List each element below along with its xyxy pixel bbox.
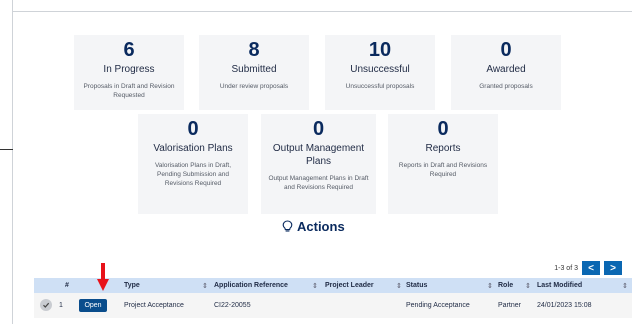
card-description: Valorisation Plans in Draft, Pending Sub… <box>154 162 232 187</box>
column-last-modified[interactable]: Last Modified <box>537 282 582 289</box>
card-title: Reports <box>425 143 461 154</box>
card-description: Output Management Plans in Draft and Rev… <box>268 175 369 191</box>
card-title: Valorisation Plans <box>153 143 233 154</box>
card-title: In Progress <box>103 64 155 75</box>
sort-icon[interactable]: ⇕ <box>487 282 493 290</box>
column-project-leader[interactable]: Project Leader <box>325 282 374 289</box>
status-check-icon <box>40 299 52 311</box>
card-count: 0 <box>187 118 199 140</box>
pagination: 1-3 of 3 < > <box>554 261 622 275</box>
dashboard-main: 6 In Progress Proposals in Draft and Rev… <box>14 13 632 324</box>
card-description: Granted proposals <box>479 83 533 90</box>
card-description: Reports in Draft and Revisions Required <box>398 162 488 178</box>
card-description: Proposals in Draft and Revision Requeste… <box>83 83 175 99</box>
card-awarded[interactable]: 0 Awarded Granted proposals <box>451 35 561 110</box>
column-type[interactable]: Type <box>124 282 140 289</box>
card-reports[interactable]: 0 Reports Reports in Draft and Revisions… <box>388 114 498 214</box>
card-count: 0 <box>437 118 449 140</box>
card-description: Unsuccessful proposals <box>345 83 415 90</box>
card-count: 0 <box>500 39 512 61</box>
card-title: Output Management Plans <box>272 143 365 167</box>
lightbulb-icon <box>282 220 293 232</box>
card-title: Submitted <box>231 64 277 75</box>
next-page-button[interactable]: > <box>604 261 622 275</box>
card-description: Under review proposals <box>219 83 289 90</box>
card-submitted[interactable]: 8 Submitted Under review proposals <box>199 35 309 110</box>
left-panel-edge <box>0 0 13 324</box>
table-row: 1 Open Project Acceptance CI22-20055 Pen… <box>34 293 632 318</box>
table-header: # Type ⇕ Application Reference ⇕ Project… <box>34 278 632 293</box>
column-role[interactable]: Role <box>498 282 513 289</box>
pagination-range: 1-3 of 3 <box>554 264 578 272</box>
sort-icon[interactable]: ⇕ <box>525 282 531 290</box>
red-arrow-annotation <box>97 263 109 291</box>
sort-icon[interactable]: ⇕ <box>396 282 402 290</box>
card-count: 6 <box>123 39 135 61</box>
card-count: 8 <box>248 39 260 61</box>
sort-icon[interactable]: ⇕ <box>622 282 628 290</box>
card-title: Awarded <box>486 64 526 75</box>
column-index: # <box>65 282 69 289</box>
sort-icon[interactable]: ⇕ <box>312 282 318 290</box>
row-role: Partner <box>498 302 521 309</box>
card-title: Unsuccessful <box>350 64 410 75</box>
column-application-reference[interactable]: Application Reference <box>214 282 288 289</box>
card-in-progress[interactable]: 6 In Progress Proposals in Draft and Rev… <box>74 35 184 110</box>
row-type: Project Acceptance <box>124 302 184 309</box>
prev-page-button[interactable]: < <box>582 261 600 275</box>
card-valorisation-plans[interactable]: 0 Valorisation Plans Valorisation Plans … <box>138 114 248 214</box>
card-count: 10 <box>368 39 392 61</box>
card-unsuccessful[interactable]: 10 Unsuccessful Unsuccessful proposals <box>325 35 435 110</box>
row-status: Pending Acceptance <box>406 302 470 309</box>
row-reference: CI22-20055 <box>214 302 251 309</box>
top-border <box>13 0 632 12</box>
open-button[interactable]: Open <box>79 299 107 312</box>
card-output-management-plans[interactable]: 0 Output Management Plans Output Managem… <box>261 114 376 214</box>
row-index: 1 <box>59 302 63 309</box>
divider-line <box>0 149 13 150</box>
actions-heading: Actions <box>282 219 345 234</box>
column-status[interactable]: Status <box>406 282 427 289</box>
card-count: 0 <box>312 118 325 140</box>
row-last-modified: 24/01/2023 15:08 <box>537 302 592 309</box>
sort-icon[interactable]: ⇕ <box>202 282 208 290</box>
actions-title: Actions <box>297 219 345 234</box>
